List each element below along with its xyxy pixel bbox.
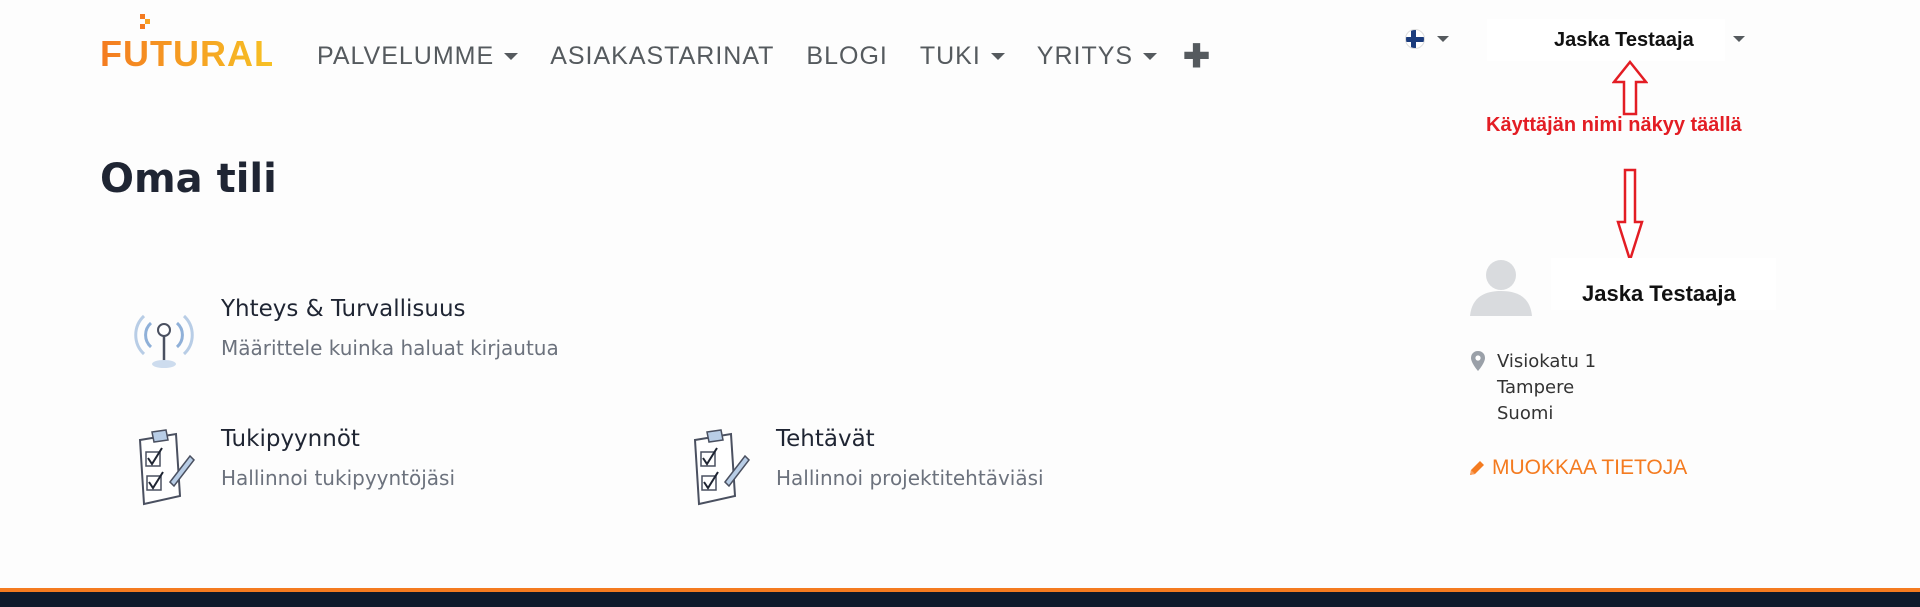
language-selector[interactable]	[1405, 29, 1449, 49]
clipboard-icon	[138, 429, 195, 506]
chevron-down-icon	[504, 52, 519, 60]
address-street: Visiokatu 1	[1497, 351, 1597, 372]
profile-address: Visiokatu 1 Tampere Suomi	[1497, 349, 1596, 427]
footer-band	[0, 588, 1920, 607]
card-tehtavat[interactable]: Tehtävät Hallinnoi projektitehtäviäsi	[685, 426, 1044, 506]
avatar-icon	[1470, 260, 1532, 316]
finnish-flag-icon	[1405, 29, 1425, 49]
nav-label: ASIAKASTARINAT	[550, 41, 775, 70]
card-title: Tehtävät	[776, 426, 875, 452]
plus-icon[interactable]: ✚	[1183, 40, 1210, 72]
chevron-down-icon	[1733, 36, 1745, 42]
logo-text: FUTURAL	[100, 33, 272, 70]
edit-profile-label: MUOKKAA TIETOJA	[1492, 456, 1688, 479]
nav-item-asiakastarinat[interactable]: ASIAKASTARINAT	[550, 42, 774, 71]
futural-logo[interactable]: FUTURAL	[100, 14, 276, 74]
address-city: Tampere	[1497, 377, 1575, 398]
annotation-arrow-down-icon	[1616, 168, 1644, 262]
chevron-down-icon	[1437, 36, 1449, 42]
card-subtitle: Hallinnoi projektitehtäviäsi	[776, 466, 1044, 490]
nav-label: TUKI	[919, 41, 981, 70]
nav-item-palvelumme[interactable]: PALVELUMME	[317, 41, 519, 71]
nav-item-tuki[interactable]: TUKI	[920, 42, 1005, 71]
card-subtitle: Hallinnoi tukipyyntöjäsi	[221, 466, 456, 490]
profile-name: Jaska Testaaja	[1582, 281, 1736, 306]
card-yhteys-turvallisuus[interactable]: Yhteys & Turvallisuus Määrittele kuinka …	[130, 296, 559, 376]
nav-label: BLOGI	[806, 41, 888, 70]
user-menu-name: Jaska Testaaja	[1554, 28, 1694, 51]
nav-item-yritys[interactable]: YRITYS	[1036, 41, 1158, 71]
annotation-text: Käyttäjän nimi näkyy täällä	[1486, 114, 1742, 136]
pencil-icon	[1470, 461, 1484, 475]
antenna-icon	[134, 314, 194, 368]
main-nav: PALVELUMME ASIAKASTARINAT BLOGI TUKI YRI…	[317, 40, 1210, 72]
clipboard-icon	[693, 429, 750, 506]
nav-item-blogi[interactable]: BLOGI	[806, 42, 887, 71]
nav-label: YRITYS	[1036, 41, 1134, 70]
address-country: Suomi	[1497, 403, 1554, 424]
card-title: Yhteys & Turvallisuus	[221, 296, 466, 322]
user-menu[interactable]: Jaska Testaaja	[1487, 19, 1745, 61]
chevron-down-icon	[990, 52, 1005, 60]
annotation-arrow-up-icon	[1612, 60, 1648, 116]
page-title: Oma tili	[100, 156, 277, 202]
card-subtitle: Määrittele kuinka haluat kirjautua	[221, 336, 559, 360]
location-pin-icon	[1471, 351, 1485, 371]
card-tukipyynnot[interactable]: Tukipyynnöt Hallinnoi tukipyyntöjäsi	[130, 426, 455, 506]
card-title: Tukipyynnöt	[221, 426, 360, 452]
chevron-down-icon	[1143, 52, 1158, 60]
nav-label: PALVELUMME	[317, 41, 495, 70]
edit-profile-link[interactable]: MUOKKAA TIETOJA	[1468, 456, 1687, 480]
